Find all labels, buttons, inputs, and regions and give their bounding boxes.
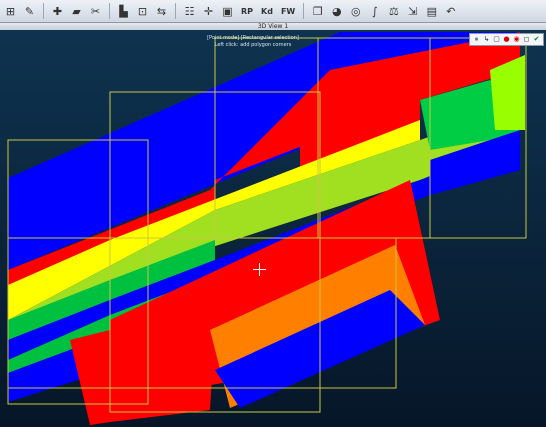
validate-icon[interactable]: ✔ xyxy=(532,35,541,44)
rect-select-icon[interactable]: ▢ xyxy=(492,35,501,44)
sphere-icon[interactable]: ◎ xyxy=(347,3,364,20)
scale-icon[interactable]: ⚖ xyxy=(385,3,402,20)
document-icon[interactable]: ❐ xyxy=(309,3,326,20)
status-hint: [Point mode] [Rectangular selection] Lef… xyxy=(0,35,506,49)
stop-icon[interactable]: ● xyxy=(502,35,511,44)
kd-button[interactable]: Kd xyxy=(258,3,276,20)
add-point-icon[interactable]: ✚ xyxy=(49,3,66,20)
curve-icon[interactable]: ∫ xyxy=(366,3,383,20)
fw-button[interactable]: FW xyxy=(278,3,298,20)
view-title: 3D View 1 xyxy=(257,23,289,30)
3d-viewport[interactable]: [Point mode] [Rectangular selection] Lef… xyxy=(0,30,546,427)
segmentation-toolbar: ⏸ ↳ ▢ ● ◉ ◻ ✔ xyxy=(469,33,544,46)
polyline-icon[interactable]: ↳ xyxy=(482,35,491,44)
clip-icon[interactable]: ▰ xyxy=(68,3,85,20)
pause-icon[interactable]: ⏸ xyxy=(472,35,481,44)
rp-button[interactable]: RP xyxy=(238,3,256,20)
hint-line: [Point mode] [Rectangular selection] xyxy=(207,35,299,41)
segment-in-icon[interactable]: ◉ xyxy=(512,35,521,44)
match-icon[interactable]: ▣ xyxy=(219,3,236,20)
color-wheel-icon[interactable]: ◕ xyxy=(328,3,345,20)
level-icon[interactable]: ☷ xyxy=(181,3,198,20)
cursor-crosshair xyxy=(253,263,266,276)
screen-icon[interactable]: ▤ xyxy=(423,3,440,20)
edit-icon[interactable]: ✎ xyxy=(21,3,38,20)
align-icon[interactable]: ⊡ xyxy=(134,3,151,20)
point-size-icon[interactable]: ⊞ xyxy=(2,3,19,20)
export-icon[interactable]: ⇲ xyxy=(404,3,421,20)
back-icon[interactable]: ↶ xyxy=(442,3,459,20)
toolbar-separator xyxy=(303,3,305,19)
histogram-icon[interactable]: ▙ xyxy=(115,3,132,20)
hint-line: Left click: add polygon corners xyxy=(214,42,292,48)
toolbar-separator xyxy=(109,3,110,19)
register-icon[interactable]: ⇆ xyxy=(153,3,170,20)
toolbar-separator xyxy=(175,3,176,19)
segment-out-icon[interactable]: ◻ xyxy=(522,35,531,44)
segment-icon[interactable]: ✂ xyxy=(87,3,104,20)
toolbar-separator xyxy=(43,3,44,19)
main-toolbar: ⊞ ✎ ✚ ▰ ✂ ▙ ⊡ ⇆ ☷ ✛ ▣ RP Kd FW ❐ ◕ ◎ ∫ ⚖ ⇲ ▤ ↶ xyxy=(0,0,546,23)
center-icon[interactable]: ✛ xyxy=(200,3,217,20)
point-cloud xyxy=(7,32,527,425)
